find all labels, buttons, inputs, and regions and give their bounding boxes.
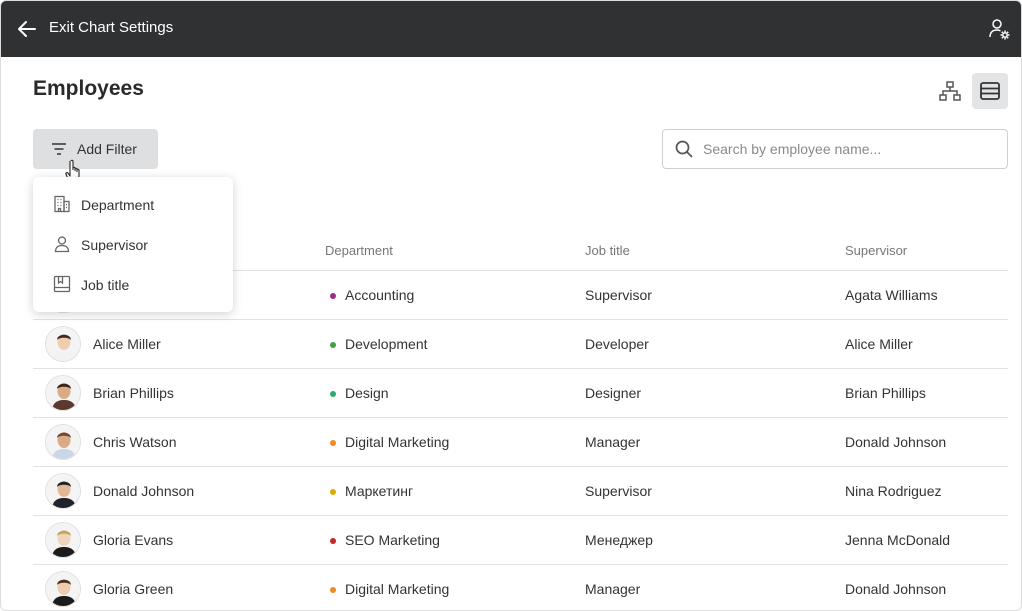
- employee-name[interactable]: Gloria Evans: [93, 532, 173, 548]
- search-icon: [675, 140, 693, 158]
- supervisor-cell: Donald Johnson: [845, 434, 947, 450]
- supervisor-cell: Nina Rodriguez: [845, 483, 942, 499]
- department-dot: [330, 538, 336, 544]
- employee-name[interactable]: Alice Miller: [93, 336, 161, 352]
- list-view-icon: [980, 82, 1000, 100]
- job-title-cell: Designer: [585, 385, 642, 401]
- avatar: [45, 522, 81, 558]
- filter-menu-item-job-title[interactable]: Job title: [33, 265, 233, 305]
- supervisor-cell: Alice Miller: [845, 336, 913, 352]
- department-dot: [330, 391, 336, 397]
- table-row[interactable]: Gloria Green Digital Marketing Manager Dona…: [33, 565, 1008, 610]
- building-icon: [54, 195, 70, 213]
- department-cell: Digital Marketing: [345, 434, 450, 450]
- search-input[interactable]: [703, 130, 999, 168]
- job-title-cell: Manager: [585, 581, 641, 597]
- department-dot: [330, 587, 336, 593]
- employee-name[interactable]: Chris Watson: [93, 434, 177, 450]
- supervisor-cell: Jenna McDonald: [845, 532, 951, 548]
- avatar: [45, 424, 81, 460]
- table-row[interactable]: Alice Miller Development Developer Alice Mi…: [33, 320, 1008, 369]
- department-cell: Digital Marketing: [345, 581, 450, 597]
- employee-search-field[interactable]: [662, 129, 1008, 169]
- filter-menu-label: Supervisor: [81, 237, 148, 253]
- add-filter-label: Add Filter: [77, 141, 137, 157]
- avatar: [45, 375, 81, 411]
- department-cell: SEO Marketing: [345, 532, 440, 548]
- app-window: Exit Chart Settings Employees Add Filter…: [0, 0, 1022, 611]
- job-title-cell: Developer: [585, 336, 649, 352]
- badge-icon: [53, 275, 71, 293]
- page-title: Employees: [33, 77, 144, 100]
- supervisor-cell: Donald Johnson: [845, 581, 947, 597]
- filter-menu-label: Job title: [81, 277, 130, 293]
- department-cell: Design: [345, 385, 389, 401]
- column-header-department[interactable]: Department: [325, 243, 393, 258]
- employee-name[interactable]: Gloria Green: [93, 581, 173, 597]
- department-dot: [330, 440, 336, 446]
- org-chart-icon: [939, 81, 961, 101]
- employee-name[interactable]: Brian Phillips: [93, 385, 174, 401]
- list-view-button[interactable]: [972, 73, 1008, 109]
- user-settings-icon[interactable]: [987, 17, 1011, 41]
- supervisor-cell: Brian Phillips: [845, 385, 926, 401]
- filter-icon: [52, 143, 66, 155]
- table-row[interactable]: Brian Phillips Design Designer Brian Philli…: [33, 369, 1008, 418]
- job-title-cell: Supervisor: [585, 483, 652, 499]
- filter-menu-item-department[interactable]: Department: [33, 185, 233, 225]
- avatar: [45, 326, 81, 362]
- supervisor-cell: Agata Williams: [845, 287, 938, 303]
- column-header-supervisor[interactable]: Supervisor: [845, 243, 907, 258]
- person-icon: [54, 236, 70, 253]
- department-dot: [330, 293, 336, 299]
- job-title-cell: Менеджер: [585, 532, 653, 548]
- table-row[interactable]: Gloria Evans SEO Marketing Менеджер Jenna M…: [33, 516, 1008, 565]
- job-title-cell: Supervisor: [585, 287, 652, 303]
- column-header-job-title[interactable]: Job title: [585, 243, 630, 258]
- department-cell: Accounting: [345, 287, 415, 303]
- top-bar: Exit Chart Settings: [1, 1, 1021, 57]
- add-filter-button[interactable]: Add Filter: [33, 129, 158, 169]
- back-arrow-icon[interactable]: [15, 17, 39, 41]
- avatar: [45, 571, 81, 607]
- employee-name[interactable]: Donald Johnson: [93, 483, 194, 499]
- department-dot: [330, 342, 336, 348]
- table-body: Accounting Supervisor Agata Williams Alice …: [33, 271, 1008, 610]
- department-cell: Маркетинг: [345, 483, 414, 499]
- table-row[interactable]: Chris Watson Digital Marketing Manager Dona…: [33, 418, 1008, 467]
- department-cell: Development: [345, 336, 428, 352]
- org-chart-view-button[interactable]: [933, 75, 967, 107]
- department-dot: [330, 489, 336, 495]
- table-row[interactable]: Donald Johnson Маркетинг Supervisor Nina Ro…: [33, 467, 1008, 516]
- exit-chart-settings-link[interactable]: Exit Chart Settings: [49, 19, 173, 36]
- filter-menu-label: Department: [81, 197, 155, 213]
- filter-menu-item-supervisor[interactable]: Supervisor: [33, 225, 233, 265]
- job-title-cell: Manager: [585, 434, 641, 450]
- avatar: [45, 473, 81, 509]
- add-filter-menu: Department Supervisor Job title: [33, 177, 233, 312]
